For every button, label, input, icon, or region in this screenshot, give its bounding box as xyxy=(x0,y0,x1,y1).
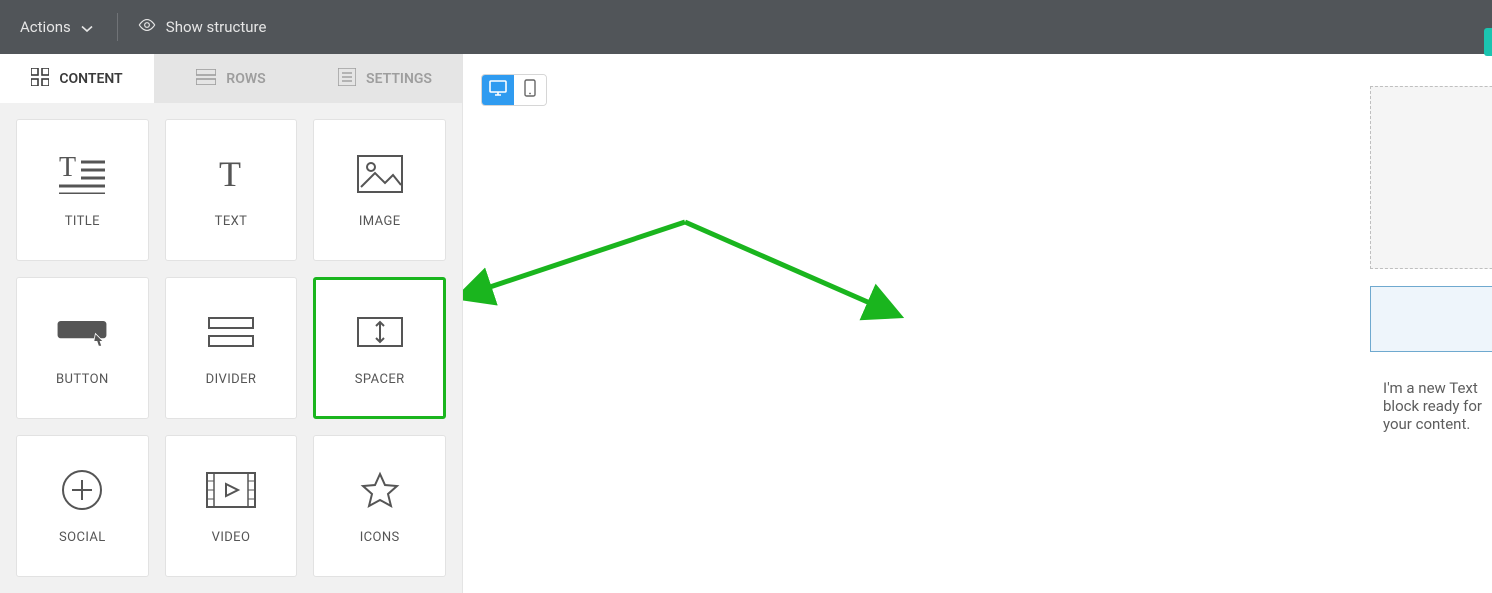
tile-image-label: IMAGE xyxy=(359,214,401,229)
side-tab-handle[interactable] xyxy=(1484,28,1492,56)
sidebar: CONTENT ROWS SETTINGS T TITLE xyxy=(0,54,463,593)
tile-text[interactable]: T TEXT xyxy=(165,119,298,261)
star-icon xyxy=(354,468,406,512)
tile-button-label: BUTTON xyxy=(56,372,109,387)
tab-settings[interactable]: SETTINGS xyxy=(308,54,462,103)
tile-social[interactable]: SOCIAL xyxy=(16,435,149,577)
social-icon xyxy=(56,468,108,512)
device-mobile-button[interactable] xyxy=(514,75,546,105)
image-dropzone[interactable]: Drop your file here Browse xyxy=(1370,86,1492,269)
annotation-arrows xyxy=(463,54,1492,593)
settings-sheet-icon xyxy=(338,68,356,90)
tile-video[interactable]: VIDEO xyxy=(165,435,298,577)
spacer-icon xyxy=(354,310,406,354)
tile-social-label: SOCIAL xyxy=(59,530,106,545)
title-icon: T xyxy=(56,152,108,196)
tile-button[interactable]: BUTTON xyxy=(16,277,149,419)
tile-divider[interactable]: DIVIDER xyxy=(165,277,298,419)
svg-text:T: T xyxy=(59,154,76,183)
actions-label: Actions xyxy=(20,18,71,36)
text-block-placeholder[interactable]: I'm a new Text block ready for your cont… xyxy=(1383,379,1492,433)
desktop-icon xyxy=(489,80,507,100)
eye-icon xyxy=(138,18,156,36)
tile-spacer[interactable]: SPACER xyxy=(313,277,446,419)
tile-title-label: TITLE xyxy=(65,214,100,229)
svg-text:T: T xyxy=(219,154,241,194)
topbar: Actions Show structure xyxy=(0,0,1492,54)
video-icon xyxy=(205,468,257,512)
content-tiles: T TITLE T TEXT IMAGE BUT xyxy=(0,103,462,593)
tile-divider-label: DIVIDER xyxy=(206,372,257,387)
mobile-icon xyxy=(524,79,536,101)
content-grid-icon xyxy=(31,68,49,90)
tile-icons-label: ICONS xyxy=(360,530,400,545)
show-structure-toggle[interactable]: Show structure xyxy=(138,18,267,36)
show-structure-label: Show structure xyxy=(166,18,267,36)
text-icon: T xyxy=(205,152,257,196)
sidebar-tabs: CONTENT ROWS SETTINGS xyxy=(0,54,462,103)
button-icon xyxy=(56,310,108,354)
tile-video-label: VIDEO xyxy=(212,530,251,545)
tile-icons[interactable]: ICONS xyxy=(313,435,446,577)
tab-rows[interactable]: ROWS xyxy=(154,54,308,103)
tile-spacer-label: SPACER xyxy=(355,372,405,387)
tab-content[interactable]: CONTENT xyxy=(0,54,154,103)
main-layout: CONTENT ROWS SETTINGS T TITLE xyxy=(0,54,1492,593)
canvas: Drop your file here Browse I'm a new Tex… xyxy=(463,54,1492,593)
device-desktop-button[interactable] xyxy=(482,75,514,105)
tab-content-label: CONTENT xyxy=(59,71,122,87)
divider-icon xyxy=(205,310,257,354)
topbar-divider xyxy=(117,13,118,41)
image-icon xyxy=(354,152,406,196)
spacer-block[interactable] xyxy=(1370,286,1492,352)
chevron-down-icon xyxy=(81,21,93,33)
rows-icon xyxy=(196,69,216,89)
tile-text-label: TEXT xyxy=(215,214,248,229)
tab-rows-label: ROWS xyxy=(226,71,265,87)
device-toggle xyxy=(481,74,547,106)
tile-title[interactable]: T TITLE xyxy=(16,119,149,261)
tab-settings-label: SETTINGS xyxy=(366,71,432,87)
tile-image[interactable]: IMAGE xyxy=(313,119,446,261)
actions-dropdown[interactable]: Actions xyxy=(20,18,93,36)
